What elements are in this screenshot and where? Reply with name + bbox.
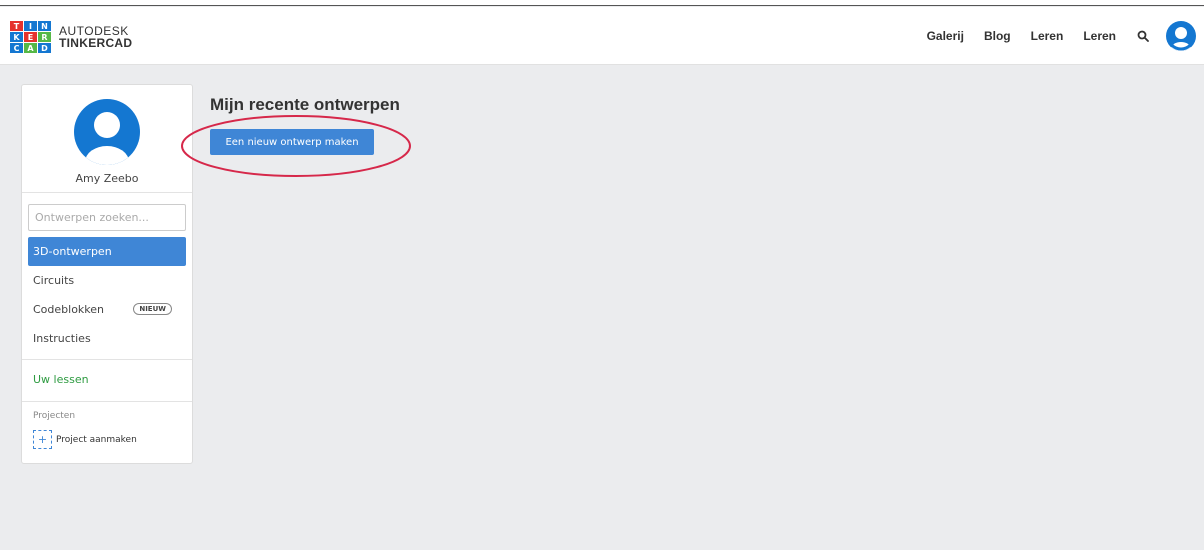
sidebar-menu: 3D-ontwerpen Circuits Codeblokken NIEUW … [28, 237, 186, 353]
nav-learn-link[interactable]: Leren [1031, 29, 1064, 43]
sidebar-divider [22, 401, 192, 402]
profile-section: Amy Zeebo [22, 85, 192, 193]
sidebar-item-circuits[interactable]: Circuits [28, 266, 186, 295]
new-badge: NIEUW [133, 303, 172, 315]
logo-letter: T [10, 21, 23, 31]
create-project-button[interactable]: + Project aanmaken [33, 430, 137, 449]
sidebar-item-label: Codeblokken [33, 303, 105, 316]
nav-learn-link-2[interactable]: Leren [1083, 29, 1116, 43]
logo-tinkercad-text: TINKERCAD [59, 36, 133, 50]
logo-letter: R [38, 32, 51, 42]
top-nav: Galerij Blog Leren Leren [907, 21, 1196, 51]
highlight-annotation-circle [181, 115, 411, 177]
logo-letter: K [10, 32, 23, 42]
profile-name: Amy Zeebo [75, 172, 139, 185]
logo-letter: C [10, 43, 23, 53]
tinkercad-logo[interactable]: T I N K E R C A D AUTODESK TINKERCAD [10, 21, 132, 53]
logo-letter: E [24, 32, 37, 42]
window-top-edge [0, 0, 1204, 6]
sidebar-item-instructions[interactable]: Instructies [28, 324, 186, 353]
logo-text: AUTODESK TINKERCAD [59, 25, 132, 49]
your-lessons-link[interactable]: Uw lessen [33, 373, 89, 386]
nav-gallery-link[interactable]: Galerij [927, 29, 964, 43]
sidebar-item-3d-designs[interactable]: 3D-ontwerpen [28, 237, 186, 266]
plus-icon: + [33, 430, 52, 449]
user-avatar-icon[interactable] [1166, 21, 1196, 51]
logo-letter-grid: T I N K E R C A D [10, 21, 51, 53]
search-designs-input[interactable] [28, 204, 186, 231]
create-project-label: Project aanmaken [56, 434, 137, 445]
user-avatar-icon[interactable] [74, 99, 140, 165]
sidebar-item-label: 3D-ontwerpen [33, 245, 112, 258]
sidebar: Amy Zeebo 3D-ontwerpen Circuits Codeblok… [21, 84, 193, 464]
projects-heading: Projecten [33, 411, 76, 421]
sidebar-item-codeblocks[interactable]: Codeblokken NIEUW [28, 295, 186, 324]
logo-letter: D [38, 43, 51, 53]
sidebar-item-label: Instructies [33, 332, 91, 345]
nav-blog-link[interactable]: Blog [984, 29, 1011, 43]
logo-letter: A [24, 43, 37, 53]
search-icon[interactable] [1136, 29, 1150, 43]
top-header: T I N K E R C A D AUTODESK TINKERCAD Gal… [0, 7, 1204, 65]
logo-letter: I [24, 21, 37, 31]
sidebar-divider [22, 359, 192, 360]
sidebar-item-label: Circuits [33, 274, 75, 287]
logo-letter: N [38, 21, 51, 31]
